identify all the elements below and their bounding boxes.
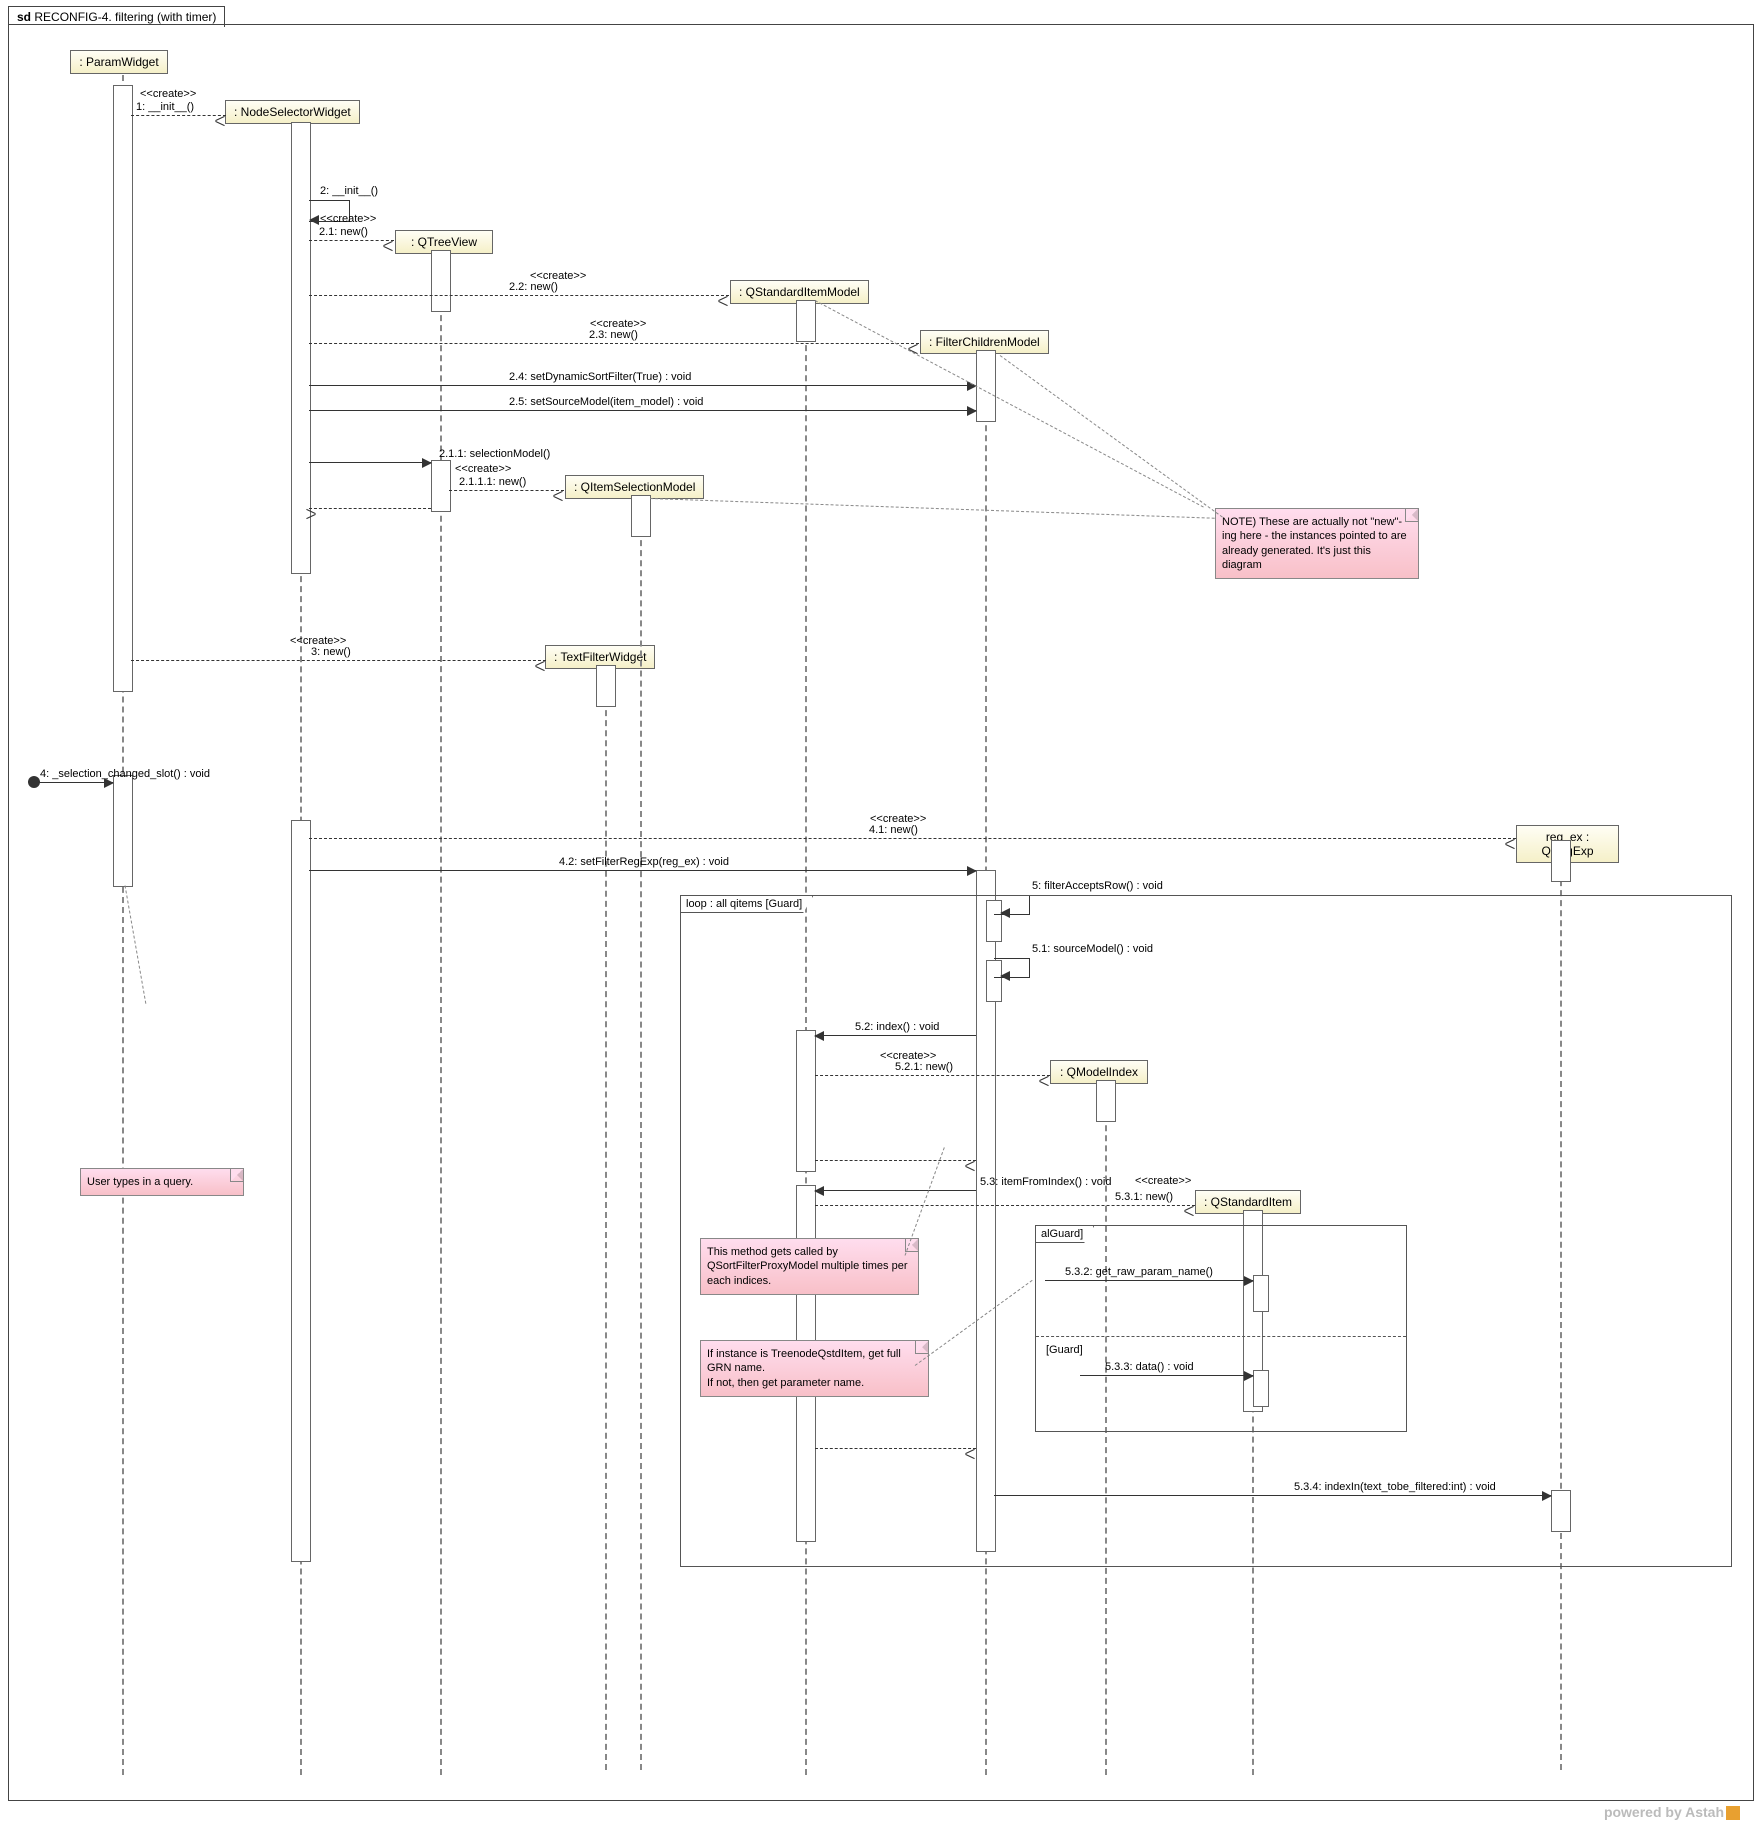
- arrow-icon: [422, 458, 432, 468]
- msg-2-2: 2.2: new(): [309, 295, 729, 296]
- stereo-create5a: <<create>>: [455, 463, 511, 475]
- act-qtree1: [431, 250, 451, 312]
- arrow-icon: [555, 486, 565, 506]
- arrow-icon: [104, 778, 114, 788]
- sequence-diagram: sd RECONFIG-4. filtering (with timer) : …: [0, 0, 1760, 1830]
- fragment-alt: alGuard] [Guard]: [1035, 1225, 1407, 1432]
- fragment-loop-label: loop : all qitems [Guard]: [681, 896, 813, 913]
- msg-5-label: 5: filterAcceptsRow() : void: [1032, 880, 1163, 892]
- msg-4-1: 4.1: new(): [309, 838, 1516, 839]
- act-qstdmodel1: [796, 300, 816, 342]
- arrow-icon: [217, 111, 227, 131]
- msg-2-1: 2.1: new(): [309, 240, 394, 241]
- msg-4: 4: _selection_changed_slot() : void: [35, 782, 113, 783]
- msg-2-1-1-call: 2.1.1: selectionModel(): [309, 462, 431, 463]
- act-param: [113, 85, 133, 692]
- act-qitemsel: [631, 495, 651, 537]
- act-qtree2: [431, 460, 451, 512]
- msg-2-4: 2.4: setDynamicSortFilter(True) : void: [309, 385, 976, 386]
- msg-1: 1: __init__(): [131, 115, 226, 116]
- act-filter1: [976, 350, 996, 422]
- act-textfilter: [596, 665, 616, 707]
- sd-prefix: sd: [17, 10, 31, 24]
- act-regex: [1551, 840, 1571, 882]
- msg-4-2: 4.2: setFilterRegExp(reg_ex) : void: [309, 870, 976, 871]
- msg-2-5: 2.5: setSourceModel(item_model) : void: [309, 410, 976, 411]
- msg-2-1-1-ret: [309, 508, 431, 509]
- fragment-guard: [Guard]: [1046, 1344, 1083, 1356]
- arrow-icon: [309, 215, 319, 225]
- msg-3: 3: new(): [131, 660, 546, 661]
- msg-2-1-1-1: 2.1.1.1: new(): [449, 490, 564, 491]
- arrow-icon: [308, 504, 318, 524]
- ll-textfilter: [605, 670, 607, 1770]
- note-new-instances: NOTE) These are actually not "new"-ing h…: [1215, 508, 1419, 579]
- diagram-title: RECONFIG-4. filtering (with timer): [34, 10, 216, 24]
- note-treenode: If instance is TreenodeQstdItem, get ful…: [700, 1340, 929, 1397]
- fragment-alt-label: alGuard]: [1036, 1226, 1094, 1243]
- arrow-icon: [720, 291, 730, 311]
- msg-2-label: 2: __init__(): [320, 185, 378, 197]
- arrow-icon: [537, 656, 547, 676]
- lifeline-nodeselector: : NodeSelectorWidget: [225, 100, 360, 124]
- fragment-separator: [1036, 1336, 1406, 1337]
- note-method-called: This method gets called by QSortFilterPr…: [700, 1238, 919, 1295]
- ll-qitemsel: [640, 500, 642, 1770]
- astah-icon: [1726, 1806, 1740, 1820]
- act-nodesel2: [291, 820, 311, 1562]
- arrow-icon: [967, 406, 977, 416]
- found-message-dot: [28, 776, 40, 788]
- footer-brand: powered by Astah: [1604, 1804, 1740, 1820]
- note-user-types: User types in a query.: [80, 1168, 244, 1196]
- stereo-create1: <<create>>: [140, 88, 196, 100]
- arrow-icon: [1507, 834, 1517, 854]
- lifeline-paramwidget: : ParamWidget: [70, 50, 168, 74]
- act-param2: [113, 775, 133, 887]
- arrow-icon: [385, 236, 395, 256]
- stereo-create2: <<create>>: [320, 213, 376, 225]
- arrow-icon: [967, 866, 977, 876]
- msg-2-3: 2.3: new(): [309, 343, 919, 344]
